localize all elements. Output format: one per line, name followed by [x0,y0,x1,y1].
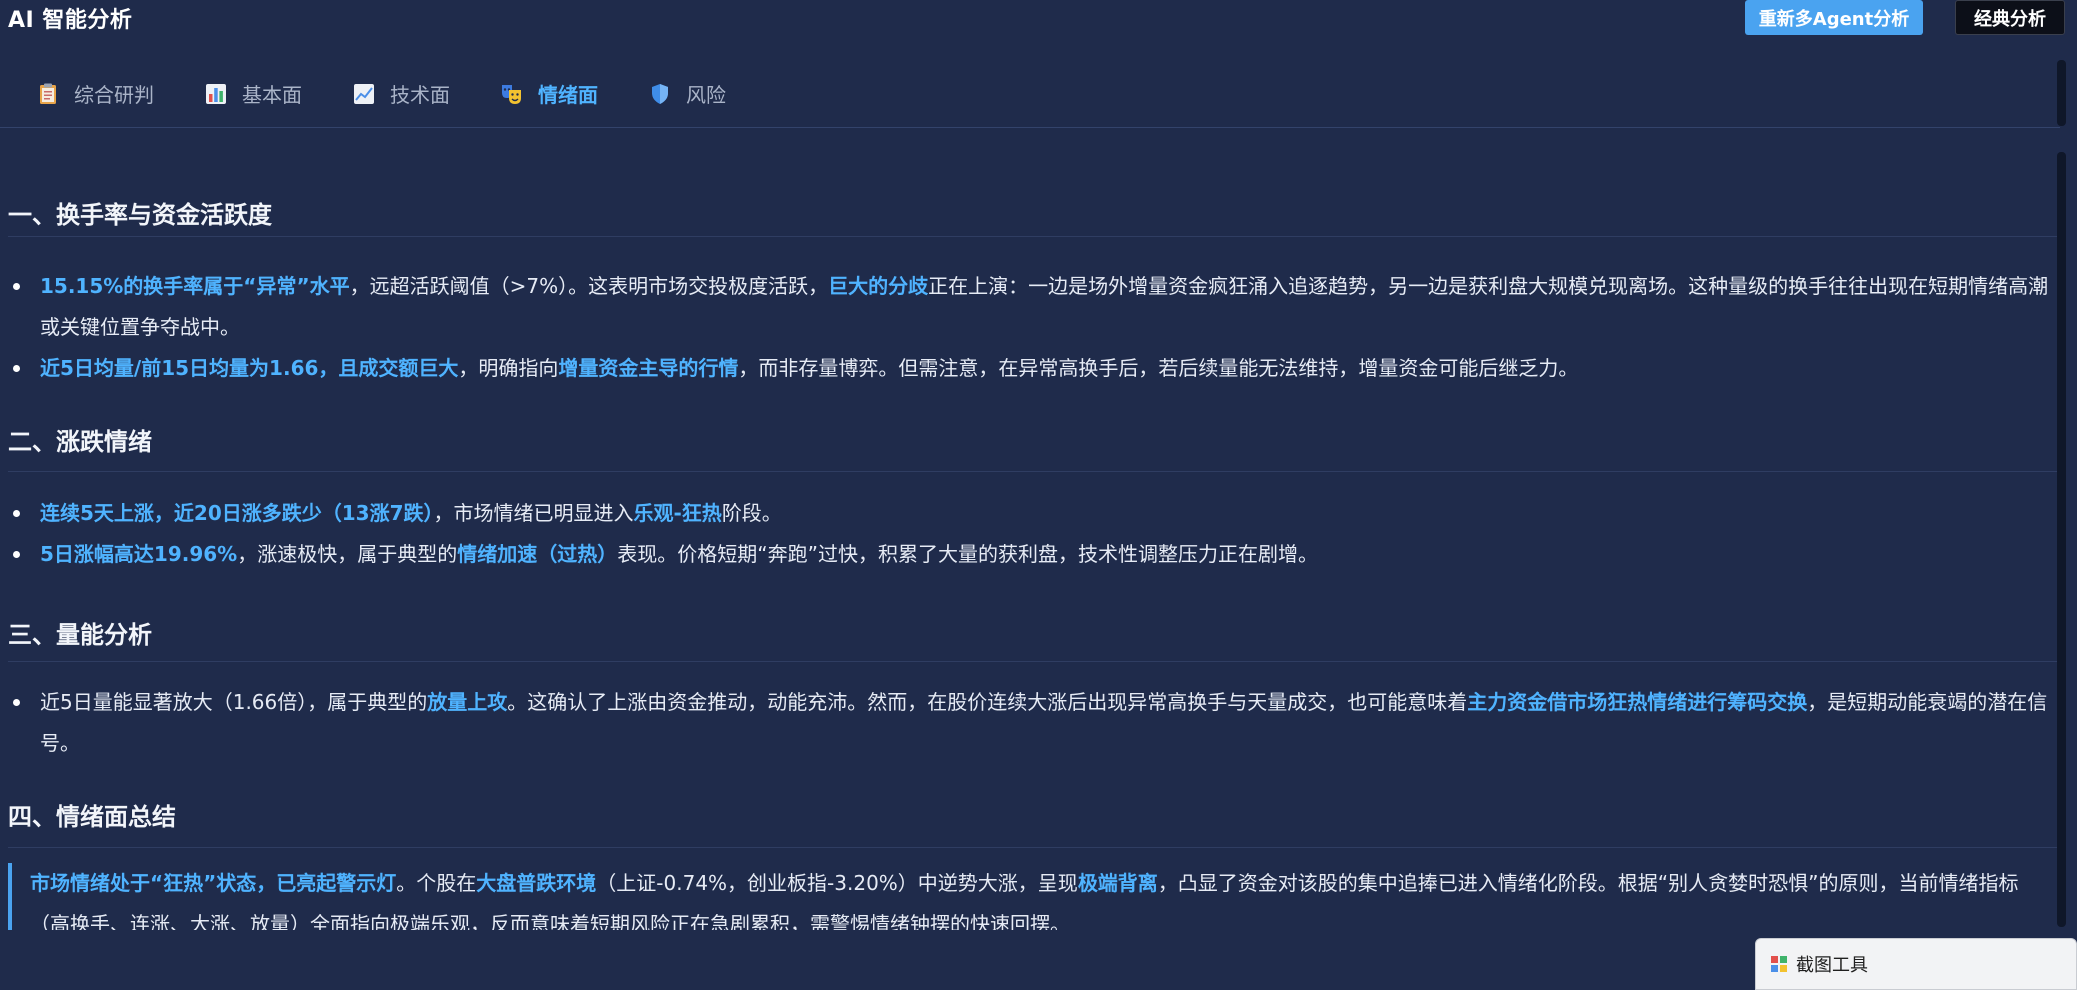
volume-points: 近5日量能显著放大（1.66倍），属于典型的放量上攻。这确认了上涨由资金推动，动… [13,682,2060,764]
list-item: 15.15%的换手率属于“异常”水平，远超活跃阈值（>7%）。这表明市场交投极度… [13,266,2060,348]
list-item: 5日涨幅高达19.96%，涨速极快，属于典型的情绪加速（过热）表现。价格短期“奔… [13,534,2060,575]
tab-label: 技术面 [390,83,450,107]
tab-label: 基本面 [242,83,302,107]
tab-label: 综合研判 [74,83,154,107]
turnover-points: 15.15%的换手率属于“异常”水平，远超活跃阈值（>7%）。这表明市场交投极度… [13,266,2060,389]
clipboard-icon [36,82,60,106]
section-title-turnover: 一、换手率与资金活跃度 [8,201,272,229]
section-divider [8,236,2058,237]
scissors-icon [1770,955,1788,973]
tab-label: 风险 [686,83,726,107]
screenshot-tool-window[interactable]: 截图工具 [1755,938,2077,990]
tabs-scrollbar[interactable] [2057,60,2066,126]
bar-chart-icon [204,82,228,106]
section-divider [8,471,2058,472]
masks-icon [500,82,524,106]
section-divider [8,661,2058,662]
list-item: 近5日均量/前15日均量为1.66，且成交额巨大，明确指向增量资金主导的行情，而… [13,348,2060,389]
analysis-tabs: 综合研判 基本面 技术面 情绪面 风险 [0,60,2060,128]
tab-comprehensive[interactable]: 综合研判 [36,79,154,108]
section-divider [8,847,2058,848]
line-chart-icon [352,82,376,106]
screenshot-tool-label: 截图工具 [1796,955,1868,976]
tab-sentiment[interactable]: 情绪面 [500,79,598,108]
sentiment-summary-quote: 市场情绪处于“狂热”状态，已亮起警示灯。个股在大盘普跌环境（上证-0.74%，创… [8,863,2058,930]
price-sentiment-points: 连续5天上涨，近20日涨多跌少（13涨7跌），市场情绪已明显进入乐观-狂热阶段。… [13,493,2060,575]
tab-fundamental[interactable]: 基本面 [204,79,302,108]
classic-analysis-button[interactable]: 经典分析 [1955,0,2065,35]
content-scrollbar[interactable] [2057,152,2066,927]
shield-icon [648,82,672,106]
list-item: 近5日量能显著放大（1.66倍），属于典型的放量上攻。这确认了上涨由资金推动，动… [13,682,2060,764]
section-title-volume: 三、量能分析 [8,621,152,649]
list-item: 连续5天上涨，近20日涨多跌少（13涨7跌），市场情绪已明显进入乐观-狂热阶段。 [13,493,2060,534]
rerun-multi-agent-button[interactable]: 重新多Agent分析 [1745,0,1923,35]
section-title-summary: 四、情绪面总结 [8,803,176,831]
section-title-price-sentiment: 二、涨跌情绪 [8,428,152,456]
tab-label: 情绪面 [538,83,598,107]
top-bar: AI 智能分析 重新多Agent分析 经典分析 [0,0,2077,38]
tab-technical[interactable]: 技术面 [352,79,450,108]
sentiment-report: 一、换手率与资金活跃度 15.15%的换手率属于“异常”水平，远超活跃阈值（>7… [0,150,2062,930]
tab-risk[interactable]: 风险 [648,79,726,108]
app-title: AI 智能分析 [8,8,133,33]
